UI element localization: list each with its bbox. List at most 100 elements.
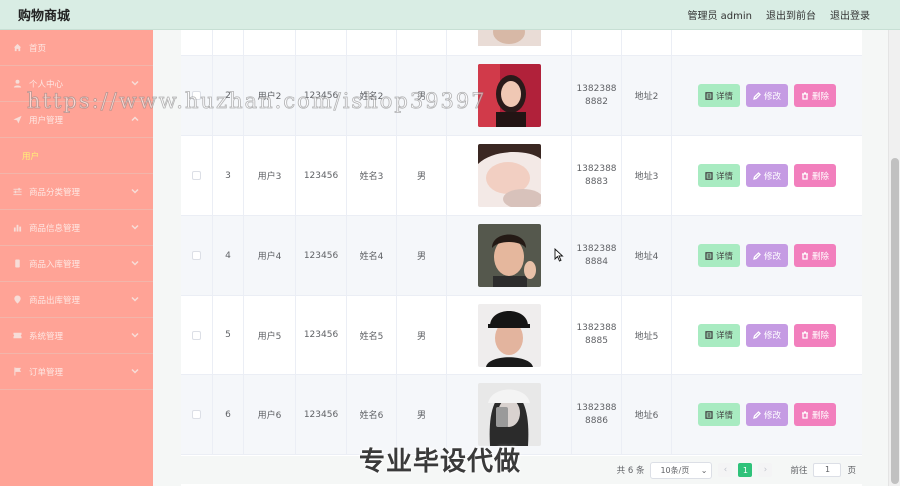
sidebar-item-system-management[interactable]: 系统管理 — [0, 318, 153, 354]
sidebar-item-stock-out-management[interactable]: 商品出库管理 — [0, 282, 153, 318]
sidebar-item-product-info-management[interactable]: 商品信息管理 — [0, 210, 153, 246]
edit-button[interactable]: 修改 — [745, 323, 788, 347]
page-size-select[interactable]: 10条/页 ⌄ — [650, 461, 713, 479]
sidebar-item-home[interactable]: 首页 — [0, 30, 153, 66]
document-icon — [705, 331, 713, 339]
row-checkbox[interactable] — [192, 330, 201, 340]
detail-button[interactable]: 详情 — [697, 323, 740, 347]
sidebar-item-label: 商品出库管理 — [29, 295, 81, 306]
goto-page-input[interactable]: 1 — [813, 463, 842, 477]
sidebar-item-label: 首页 — [29, 43, 47, 54]
name-cell: 姓名5 — [347, 296, 397, 374]
address-cell: 地址6 — [622, 375, 672, 454]
delete-button[interactable]: 删除 — [794, 84, 837, 107]
sidebar-item-label: 用户管理 — [29, 115, 64, 126]
flag-icon — [12, 366, 23, 377]
trash-icon — [802, 251, 808, 260]
chevron-down-icon — [131, 79, 139, 87]
document-icon — [705, 91, 713, 100]
user-icon — [12, 78, 23, 89]
scrollbar[interactable] — [888, 30, 900, 486]
pencil-icon — [753, 331, 761, 339]
sidebar-item-order-management[interactable]: 订单管理 — [0, 354, 153, 390]
address-cell: 地址2 — [622, 56, 672, 135]
header-links: 管理员 admin 退出到前台 退出登录 — [687, 7, 870, 22]
password-cell: 123456 — [296, 136, 347, 215]
prev-page-button[interactable]: ‹ — [718, 463, 733, 477]
goto-suffix: 页 — [847, 466, 856, 476]
table-row: 6 用户6 123456 姓名6 男 1382388 8886 地址6 详情 修改… — [181, 375, 862, 455]
username-cell: 用户3 — [244, 136, 296, 215]
edit-button[interactable]: 修改 — [745, 244, 788, 267]
pencil-icon — [753, 91, 761, 100]
row-index: 5 — [213, 296, 244, 374]
scrollbar-thumb[interactable] — [891, 158, 899, 484]
row-checkbox[interactable] — [192, 410, 201, 419]
detail-button[interactable]: 详情 — [697, 403, 740, 426]
sidebar-item-label: 订单管理 — [29, 367, 64, 378]
document-icon — [705, 251, 713, 260]
pencil-icon — [753, 410, 761, 419]
chevron-down-icon — [131, 367, 139, 375]
promo-banner-text: 专业毕设代做 — [359, 447, 522, 477]
name-cell: 姓名4 — [347, 216, 397, 295]
pencil-icon — [753, 171, 761, 180]
row-index: 3 — [213, 136, 244, 215]
home-icon — [12, 42, 23, 53]
bar-chart-icon — [12, 222, 23, 233]
phone-cell: 1382388 8882 — [576, 83, 617, 107]
row-index: 4 — [213, 216, 244, 295]
ticket-icon — [12, 330, 23, 341]
chevron-down-icon — [131, 223, 139, 231]
chevron-down-icon — [131, 259, 139, 267]
avatar — [477, 224, 541, 287]
brand-title: 购物商城 — [18, 9, 71, 24]
chevron-down-icon: ⌄ — [700, 465, 708, 475]
avatar — [477, 383, 541, 446]
to-front-link[interactable]: 退出到前台 — [766, 7, 816, 22]
phone-cell: 1382388 8885 — [576, 323, 617, 346]
goto-prefix: 前往 — [790, 466, 808, 476]
trash-icon — [802, 91, 808, 100]
sidebar-item-label: 商品分类管理 — [29, 187, 81, 198]
sidebar-item-stock-in-management[interactable]: 商品入库管理 — [0, 246, 153, 282]
detail-button[interactable]: 详情 — [697, 244, 740, 267]
edit-button[interactable]: 修改 — [745, 403, 788, 426]
phone-cell: 1382388 8886 — [576, 402, 617, 426]
address-cell: 地址5 — [622, 296, 672, 374]
admin-label: 管理员 admin — [687, 11, 752, 22]
edit-button[interactable]: 修改 — [745, 164, 788, 187]
gender-cell: 男 — [397, 216, 447, 295]
gender-cell: 男 — [397, 296, 447, 374]
edit-button[interactable]: 修改 — [745, 84, 788, 107]
username-cell: 用户5 — [244, 296, 296, 374]
location-icon — [12, 294, 23, 305]
delete-button[interactable]: 删除 — [794, 323, 837, 347]
trash-icon — [802, 331, 808, 339]
delete-button[interactable]: 删除 — [794, 244, 837, 267]
sliders-icon — [12, 186, 23, 197]
sidebar-item-label: 商品入库管理 — [29, 259, 81, 270]
detail-button[interactable]: 详情 — [697, 84, 740, 107]
document-icon — [705, 171, 713, 180]
page-number-active[interactable]: 1 — [738, 463, 753, 477]
password-cell: 123456 — [296, 296, 347, 374]
row-checkbox[interactable] — [192, 171, 201, 180]
pagination: 共 6 条 10条/页 ⌄ ‹ 1 › 前往 1 页 — [181, 456, 862, 484]
row-index: 6 — [213, 375, 244, 454]
password-cell: 123456 — [296, 375, 347, 454]
phone-icon — [12, 258, 23, 269]
delete-button[interactable]: 删除 — [794, 164, 837, 187]
pencil-icon — [753, 251, 761, 260]
logout-link[interactable]: 退出登录 — [830, 7, 870, 22]
sidebar-item-category-management[interactable]: 商品分类管理 — [0, 174, 153, 210]
detail-button[interactable]: 详情 — [697, 164, 740, 187]
row-checkbox[interactable] — [192, 251, 201, 260]
table-row — [181, 30, 862, 56]
table-row: 3 用户3 123456 姓名3 男 1382388 8883 地址3 详情 修改… — [181, 136, 862, 216]
name-cell: 姓名3 — [347, 136, 397, 215]
next-page-button[interactable]: › — [758, 463, 773, 477]
delete-button[interactable]: 删除 — [794, 403, 837, 426]
submenu-item-user[interactable]: 用户 — [0, 138, 153, 174]
chevron-down-icon — [131, 295, 139, 303]
